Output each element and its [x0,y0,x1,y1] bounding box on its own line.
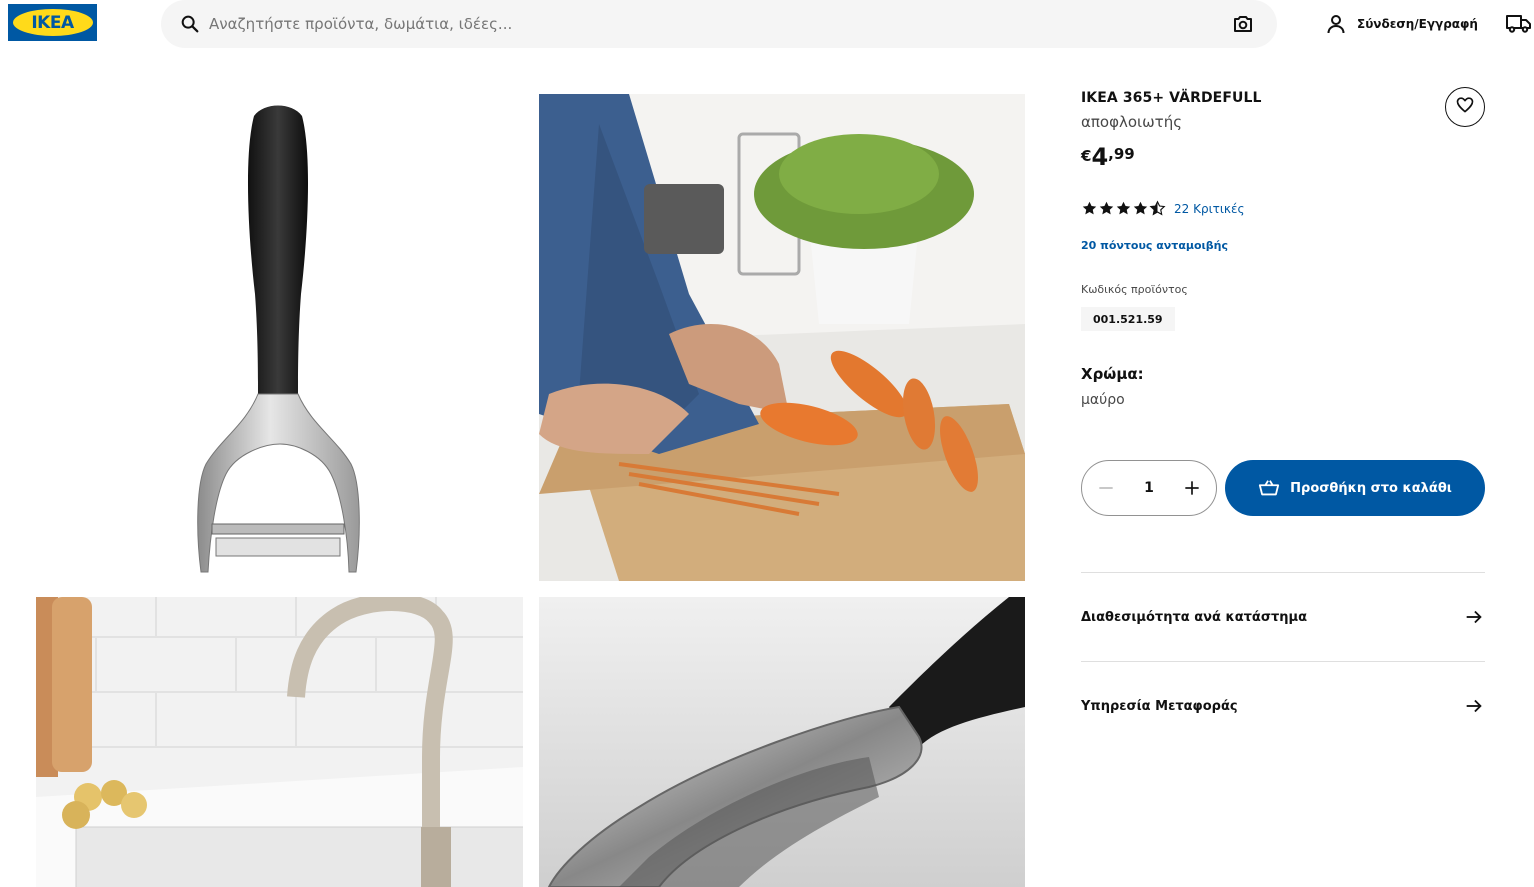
store-availability-label: Διαθεσιμότητα ανά κατάστημα [1081,609,1308,625]
site-header: IKEA Σύνδεση/Εγγραφή [0,0,1534,50]
half-star-icon [1149,200,1166,216]
product-image-in-use[interactable] [539,94,1025,581]
arrow-right-icon [1466,610,1482,624]
increase-quantity-button[interactable] [1180,476,1204,500]
arrow-right-icon [1466,699,1482,713]
cart-icon [1258,477,1280,499]
price-decimal: ,99 [1108,145,1135,163]
minus-icon [1099,487,1113,489]
add-to-cart-label: Προσθήκη στο καλάθι [1290,480,1452,496]
camera-icon[interactable] [1231,12,1255,36]
reviews-link[interactable]: 22 Κριτικές [1174,202,1245,216]
color-label: Χρώμα: [1081,365,1144,383]
rating-stars [1081,200,1166,217]
product-image-kitchen[interactable] [36,597,523,887]
quantity-stepper: 1 [1081,460,1217,516]
favorite-button[interactable] [1445,87,1485,127]
search-icon[interactable] [179,13,201,35]
login-label: Σύνδεση/Εγγραφή [1357,17,1478,31]
user-icon [1324,12,1348,36]
price-currency: € [1081,147,1092,165]
rewards-link[interactable]: 20 πόντους ανταμοιβής [1081,239,1228,252]
plus-icon [1185,481,1199,495]
price-integer: 4 [1091,143,1109,171]
star-icon [1099,201,1114,215]
heart-icon [1455,95,1475,119]
delivery-service-link[interactable]: Υπηρεσία Μεταφοράς [1081,686,1485,726]
decrease-quantity-button[interactable] [1094,476,1118,500]
product-price: € 4 ,99 [1081,143,1135,171]
divider [1081,661,1485,662]
color-value: μαύρο [1081,392,1125,408]
product-code-badge: 001.521.59 [1081,307,1175,331]
star-icon [1116,201,1131,215]
product-image-main[interactable] [36,94,523,581]
star-icon [1082,201,1097,215]
truck-icon[interactable] [1505,11,1532,35]
add-to-cart-button[interactable]: Προσθήκη στο καλάθι [1225,460,1485,516]
divider [1081,572,1485,573]
ikea-logo[interactable]: IKEA [8,4,97,41]
search-input[interactable] [209,0,1209,48]
product-rating[interactable]: 22 Κριτικές [1081,200,1245,217]
star-icon [1133,201,1148,215]
product-type: αποφλοιωτής [1081,113,1183,131]
login-link[interactable]: Σύνδεση/Εγγραφή [1324,10,1478,38]
search-bar [161,0,1277,48]
logo-oval: IKEA [12,9,93,36]
logo-text: IKEA [31,12,74,33]
product-image-detail[interactable] [539,597,1025,887]
quantity-value[interactable]: 1 [1144,480,1154,496]
product-name: IKEA 365+ VÄRDEFULL [1081,90,1262,106]
store-availability-link[interactable]: Διαθεσιμότητα ανά κατάστημα [1081,597,1485,637]
delivery-service-label: Υπηρεσία Μεταφοράς [1081,698,1238,714]
product-code-label: Κωδικός προϊόντος [1081,283,1188,296]
